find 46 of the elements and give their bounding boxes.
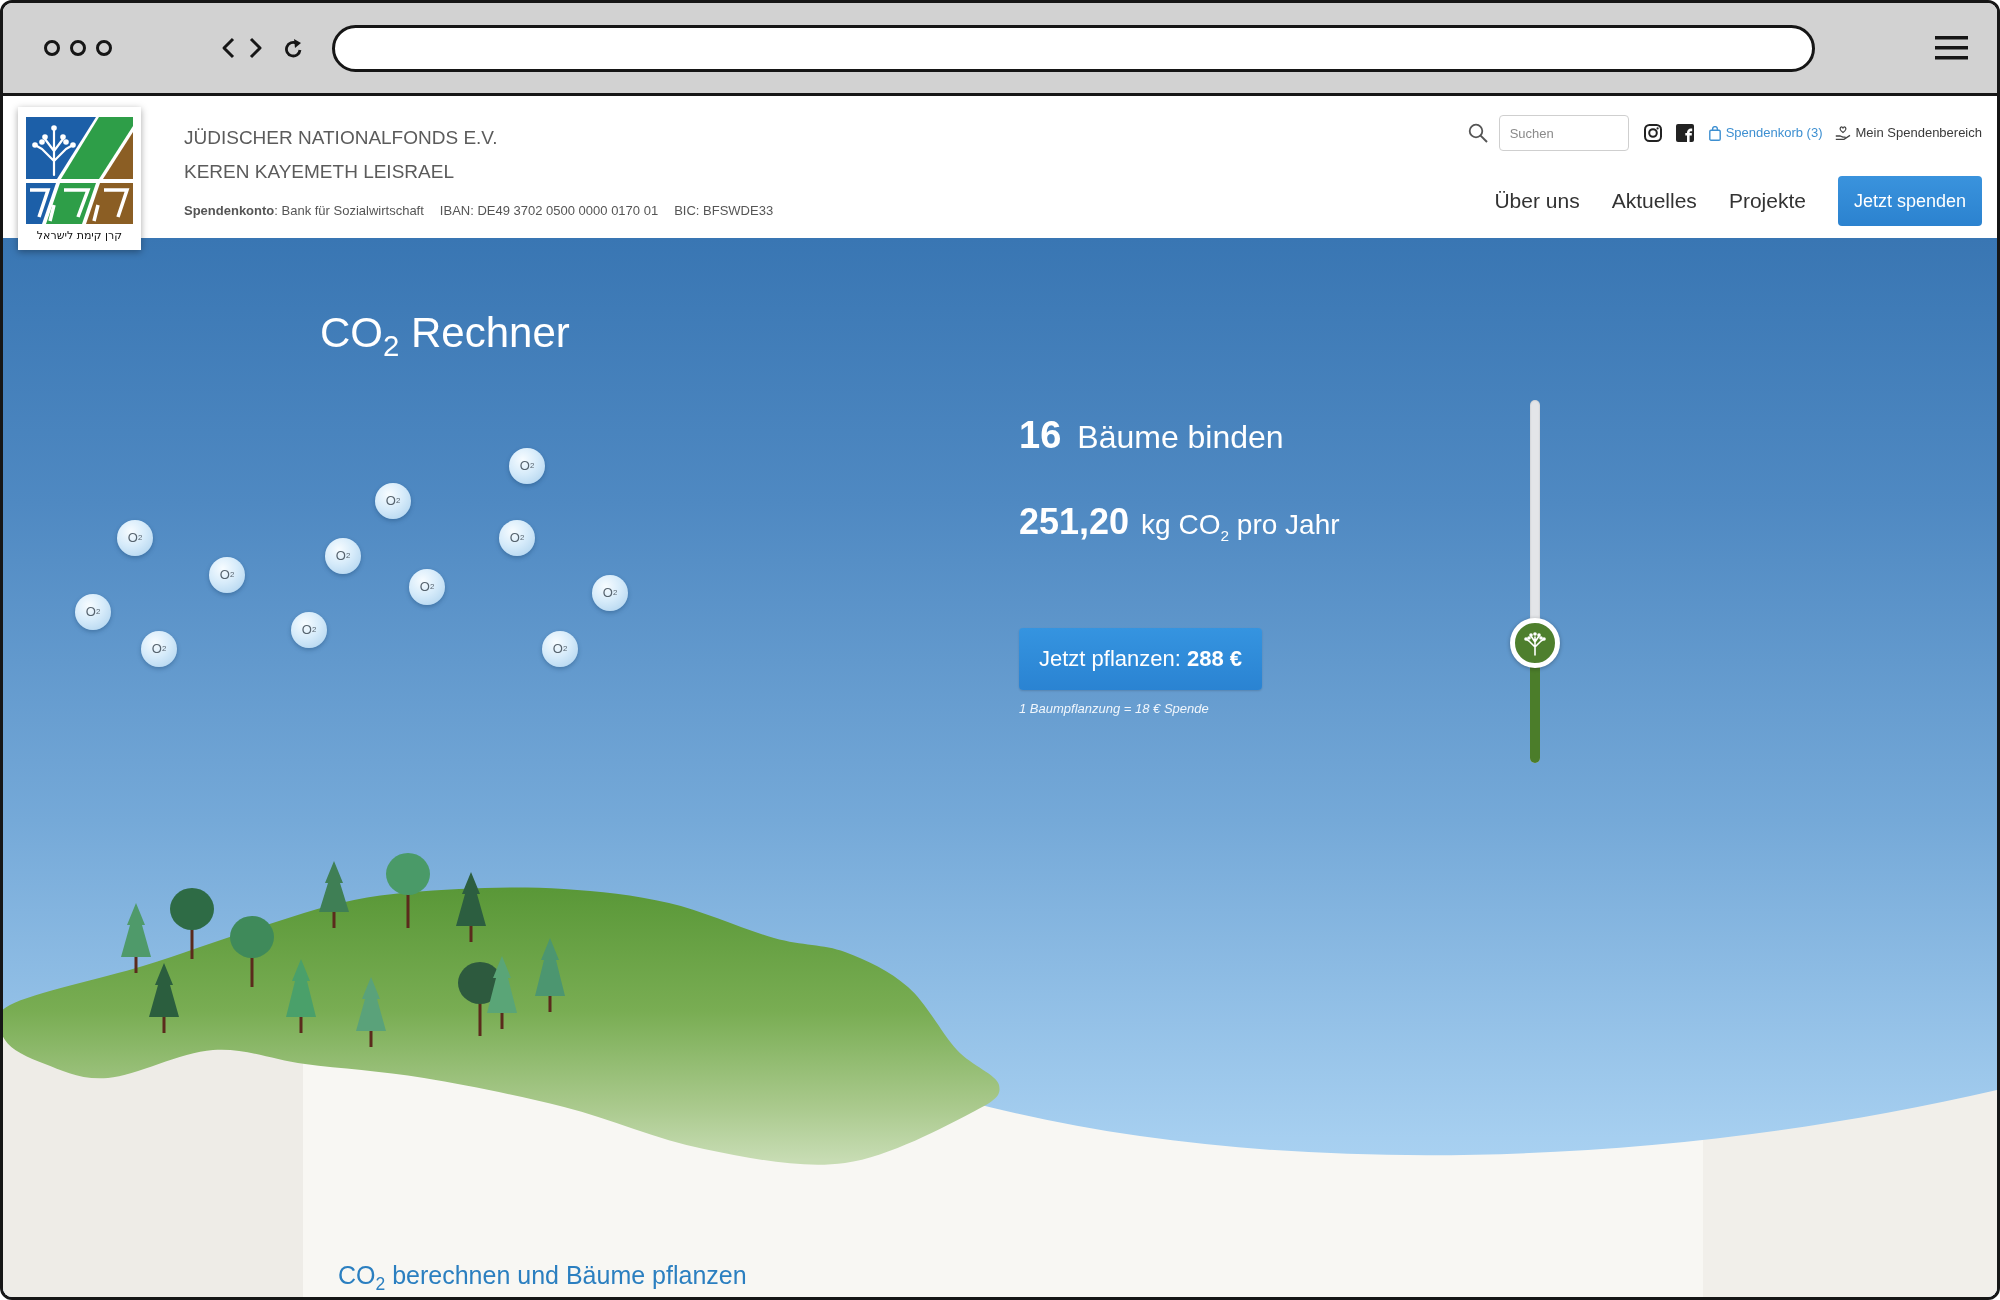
search-field[interactable]: Suchen (1498, 115, 1629, 151)
conifer-tree (319, 861, 349, 928)
logo-caption: קרן קימת לישראל (36, 229, 123, 243)
window-control-icon[interactable] (70, 40, 86, 56)
co2-amount: 251,20 (1019, 500, 1130, 544)
nav-link[interactable]: Projekte (1728, 189, 1806, 213)
organization-subtitle: KEREN KAYEMETH LEISRAEL (184, 160, 454, 184)
nav-link[interactable]: Über uns (1494, 189, 1580, 213)
shopping-bag-icon (1708, 125, 1721, 141)
hand-heart-icon (1834, 125, 1851, 141)
bic-text: BIC: BFSWDE33 (674, 202, 774, 220)
back-icon[interactable] (221, 37, 235, 59)
slider-thumb[interactable] (1510, 618, 1560, 669)
logo-emblem-icon (26, 117, 133, 224)
instagram-icon[interactable] (1643, 124, 1662, 142)
facebook-icon[interactable] (1675, 124, 1694, 142)
organization-name: JÜDISCHER NATIONALFONDS E.V. (184, 126, 498, 150)
plant-button[interactable]: Jetzt pflanzen: 288 € (1019, 628, 1263, 690)
cart-link[interactable]: Spendenkorb (3) (1708, 124, 1823, 142)
iban-text: IBAN: DE49 3702 0500 0000 0170 01 (439, 202, 659, 220)
forward-icon[interactable] (249, 37, 263, 59)
address-field[interactable] (332, 24, 1815, 72)
tree-count: 16 (1019, 413, 1062, 458)
round-tree (230, 916, 274, 987)
reload-icon[interactable] (284, 38, 303, 58)
conifer-tree (356, 977, 386, 1047)
conifer-tree (456, 872, 486, 942)
nav-link[interactable]: Aktuelles (1611, 189, 1697, 213)
slider-track[interactable] (1510, 400, 1560, 763)
round-tree (170, 888, 214, 959)
conifer-tree (121, 903, 151, 973)
logo-card[interactable]: קרן קימת לישראל (18, 107, 141, 250)
conifer-tree (149, 963, 179, 1033)
tree-count-label: Bäume binden (1077, 418, 1284, 457)
search-icon[interactable] (1467, 123, 1488, 143)
window-control-icon[interactable] (96, 40, 112, 56)
bank-account-text: Spendenkonto: Bank für Sozialwirtschaft (184, 202, 424, 220)
account-link[interactable]: Mein Spendenbereich (1834, 124, 1982, 142)
co2-unit-label: kg CO$_{2}$ pro Jahr (1141, 508, 1340, 543)
section-heading: CO$_{2}$ berechnen und Bäume pflanzen (338, 1260, 747, 1290)
tree-icon (1522, 630, 1548, 657)
price-note: 1 Baumpflanzung = 18 € Spende (1019, 701, 1209, 717)
window-control-icon[interactable] (44, 40, 60, 56)
calculator-title: CO$_{2}$ Rechner (320, 308, 570, 358)
menu-icon[interactable] (1935, 36, 1968, 60)
donate-button[interactable]: Jetzt spenden (1837, 176, 1982, 226)
